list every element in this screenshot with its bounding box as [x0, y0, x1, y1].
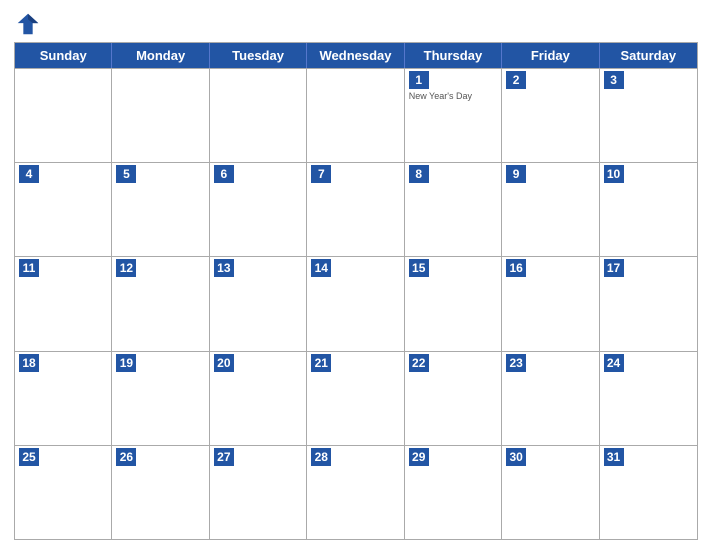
- week-row-4: 18 19 20 21 22 23 24: [15, 351, 697, 445]
- cal-cell-23: 23: [502, 352, 599, 445]
- cal-cell-13: 13: [210, 257, 307, 350]
- cal-cell-8: 8: [405, 163, 502, 256]
- day-number: 2: [506, 71, 526, 89]
- calendar-grid: SundayMondayTuesdayWednesdayThursdayFrid…: [14, 42, 698, 540]
- cal-cell-22: 22: [405, 352, 502, 445]
- cal-cell-18: 18: [15, 352, 112, 445]
- logo: [14, 10, 46, 38]
- cal-cell-14: 14: [307, 257, 404, 350]
- cal-cell-16: 16: [502, 257, 599, 350]
- weekday-header-row: SundayMondayTuesdayWednesdayThursdayFrid…: [15, 43, 697, 68]
- cal-cell-28: 28: [307, 446, 404, 539]
- cal-cell-empty-3: [307, 69, 404, 162]
- cal-cell-3: 3: [600, 69, 697, 162]
- cal-cell-25: 25: [15, 446, 112, 539]
- cal-cell-20: 20: [210, 352, 307, 445]
- day-number: 24: [604, 354, 624, 372]
- day-number: [311, 71, 331, 89]
- day-number: 16: [506, 259, 526, 277]
- day-number: [116, 71, 136, 89]
- day-number: 12: [116, 259, 136, 277]
- cal-cell-15: 15: [405, 257, 502, 350]
- day-number: 4: [19, 165, 39, 183]
- day-number: 19: [116, 354, 136, 372]
- day-number: 25: [19, 448, 39, 466]
- day-number: 1: [409, 71, 429, 89]
- cal-cell-31: 31: [600, 446, 697, 539]
- day-number: 23: [506, 354, 526, 372]
- cal-cell-12: 12: [112, 257, 209, 350]
- day-number: 15: [409, 259, 429, 277]
- day-number: 3: [604, 71, 624, 89]
- cal-cell-21: 21: [307, 352, 404, 445]
- day-number: 5: [116, 165, 136, 183]
- cal-cell-5: 5: [112, 163, 209, 256]
- cal-cell-empty-0: [15, 69, 112, 162]
- day-number: 6: [214, 165, 234, 183]
- cal-cell-27: 27: [210, 446, 307, 539]
- cal-cell-empty-1: [112, 69, 209, 162]
- cal-cell-30: 30: [502, 446, 599, 539]
- day-number: 30: [506, 448, 526, 466]
- weekday-header-monday: Monday: [112, 43, 209, 68]
- cal-cell-7: 7: [307, 163, 404, 256]
- day-number: 9: [506, 165, 526, 183]
- day-number: 7: [311, 165, 331, 183]
- day-number: 8: [409, 165, 429, 183]
- day-number: 14: [311, 259, 331, 277]
- week-row-5: 25 26 27 28 29 30 31: [15, 445, 697, 539]
- day-number: 18: [19, 354, 39, 372]
- day-number: 26: [116, 448, 136, 466]
- week-row-3: 11 12 13 14 15 16 17: [15, 256, 697, 350]
- day-number: 27: [214, 448, 234, 466]
- weekday-header-tuesday: Tuesday: [210, 43, 307, 68]
- cal-cell-24: 24: [600, 352, 697, 445]
- cal-cell-17: 17: [600, 257, 697, 350]
- day-number: [214, 71, 234, 89]
- page-header: [14, 10, 698, 38]
- cal-cell-9: 9: [502, 163, 599, 256]
- holiday-label: New Year's Day: [409, 91, 497, 102]
- day-number: 29: [409, 448, 429, 466]
- cal-cell-11: 11: [15, 257, 112, 350]
- day-number: 21: [311, 354, 331, 372]
- cal-cell-19: 19: [112, 352, 209, 445]
- calendar-body: 1New Year's Day2345678910111213141516171…: [15, 68, 697, 539]
- cal-cell-29: 29: [405, 446, 502, 539]
- cal-cell-4: 4: [15, 163, 112, 256]
- week-row-2: 4 5 6 7 8 9 10: [15, 162, 697, 256]
- weekday-header-friday: Friday: [502, 43, 599, 68]
- day-number: 22: [409, 354, 429, 372]
- day-number: 17: [604, 259, 624, 277]
- cal-cell-empty-2: [210, 69, 307, 162]
- day-number: 10: [604, 165, 624, 183]
- cal-cell-6: 6: [210, 163, 307, 256]
- weekday-header-wednesday: Wednesday: [307, 43, 404, 68]
- cal-cell-2: 2: [502, 69, 599, 162]
- cal-cell-26: 26: [112, 446, 209, 539]
- day-number: 11: [19, 259, 39, 277]
- bird-icon: [14, 10, 42, 38]
- day-number: 13: [214, 259, 234, 277]
- day-number: 20: [214, 354, 234, 372]
- day-number: 28: [311, 448, 331, 466]
- day-number: [19, 71, 39, 89]
- week-row-1: 1 New Year's Day 2 3: [15, 68, 697, 162]
- weekday-header-thursday: Thursday: [405, 43, 502, 68]
- cal-cell-1: 1 New Year's Day: [405, 69, 502, 162]
- cal-cell-10: 10: [600, 163, 697, 256]
- calendar-page: SundayMondayTuesdayWednesdayThursdayFrid…: [0, 0, 712, 550]
- day-number: 31: [604, 448, 624, 466]
- weekday-header-sunday: Sunday: [15, 43, 112, 68]
- weekday-header-saturday: Saturday: [600, 43, 697, 68]
